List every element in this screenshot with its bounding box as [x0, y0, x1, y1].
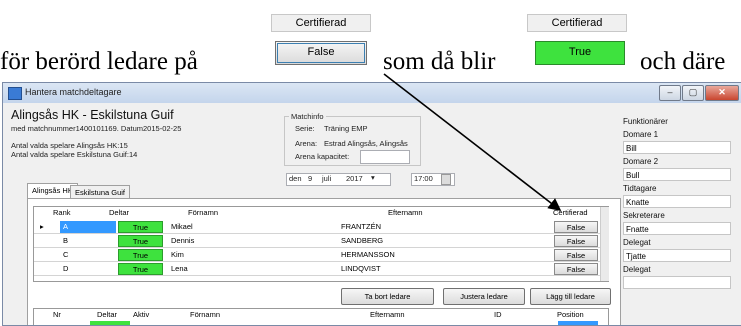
annotation-arrow — [383, 73, 562, 211]
